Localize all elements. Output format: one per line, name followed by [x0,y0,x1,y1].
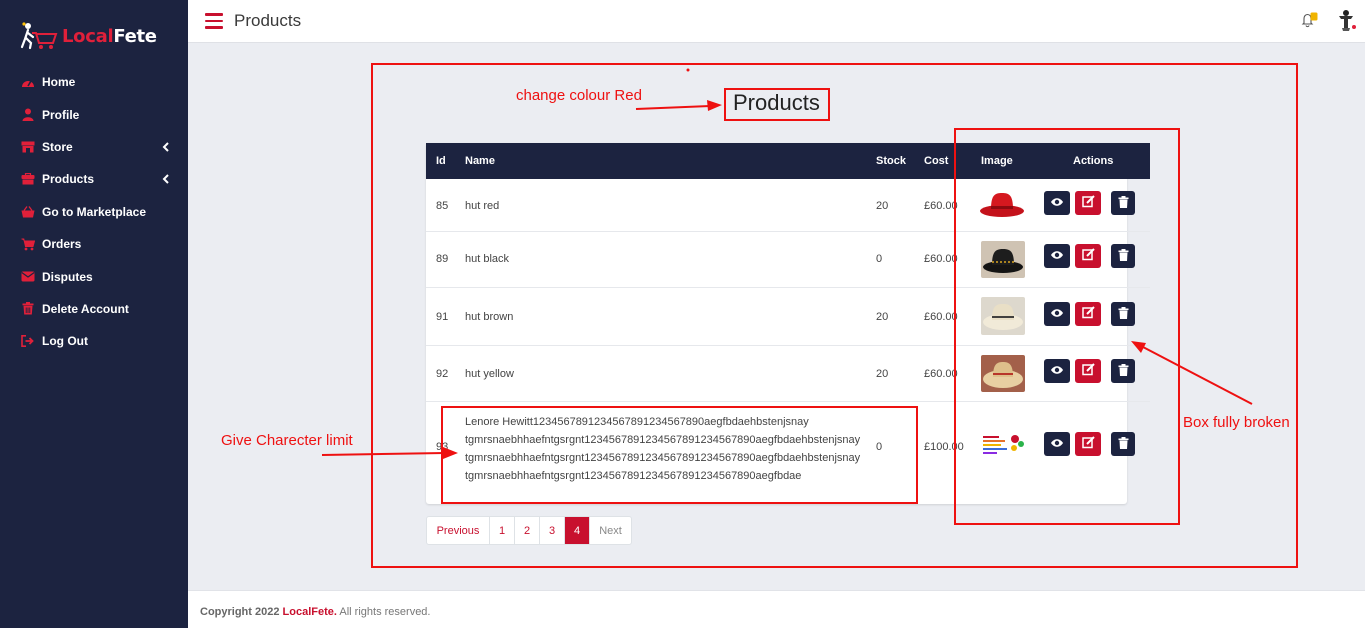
logout-icon [21,334,35,348]
sidebar-item-label: Profile [42,107,80,122]
sidebar-item-store[interactable]: Store [0,131,188,163]
sidebar-item-label: Delete Account [42,301,129,316]
sidebar-item-label: Home [42,75,76,90]
sidebar-item-disputes[interactable]: Disputes [0,260,188,292]
cart-icon [21,237,35,251]
copyright-prefix: Copyright 2022 [200,606,280,618]
brand-logo[interactable]: LocalFete [20,20,157,52]
sidebar-item-label: Go to Marketplace [42,204,147,219]
avatar[interactable] [1336,8,1358,32]
copyright-text: Copyright 2022 LocalFete. All rights res… [200,606,430,618]
brand-name-part2: Fete [113,25,157,47]
sidebar-item-label: Products [42,172,95,187]
topbar: Products [188,0,1365,43]
chevron-left-icon [161,172,171,186]
sidebar-item-label: Store [42,139,73,154]
products-icon [21,172,35,186]
annotation-name-note: Give Charecter limit [221,432,353,449]
sidebar-item-label: Disputes [42,269,93,284]
sidebar: LocalFete Home Profile Store Products Go… [0,0,188,628]
chevron-left-icon [161,140,171,154]
footer: Copyright 2022 LocalFete. All rights res… [188,590,1365,628]
sidebar-item-logout[interactable]: Log Out [0,325,188,357]
menu-toggle-icon[interactable] [205,13,223,29]
sidebar-item-label: Orders [42,237,82,252]
annotation-heading-box [724,88,830,121]
copyright-brand-link[interactable]: LocalFete. [283,606,337,618]
sidebar-item-profile[interactable]: Profile [0,98,188,130]
store-icon [21,140,35,154]
logo-figure-icon [20,21,60,51]
brand-name: LocalFete [62,26,157,47]
sidebar-item-home[interactable]: Home [0,66,188,98]
sidebar-item-marketplace[interactable]: Go to Marketplace [0,196,188,228]
copyright-suffix: All rights reserved. [339,606,431,618]
sidebar-item-orders[interactable]: Orders [0,228,188,260]
annotation-box-note: Box fully broken [1183,414,1290,431]
annotation-heading-note: change colour Red [516,87,642,104]
bell-icon[interactable] [1300,12,1318,28]
sidebar-item-products[interactable]: Products [0,163,188,195]
user-icon [21,108,35,122]
envelope-icon [21,270,35,284]
trash-icon [21,302,35,316]
sidebar-item-delete-account[interactable]: Delete Account [0,293,188,325]
sidebar-nav: Home Profile Store Products Go to Market… [0,66,188,358]
page-title: Products [234,11,302,30]
annotation-image-actions-box [954,128,1180,525]
dashboard-icon [21,75,35,89]
sidebar-item-label: Log Out [42,334,88,349]
annotation-name-box [441,406,918,504]
basket-icon [21,205,35,219]
brand-name-part1: Local [62,25,114,47]
